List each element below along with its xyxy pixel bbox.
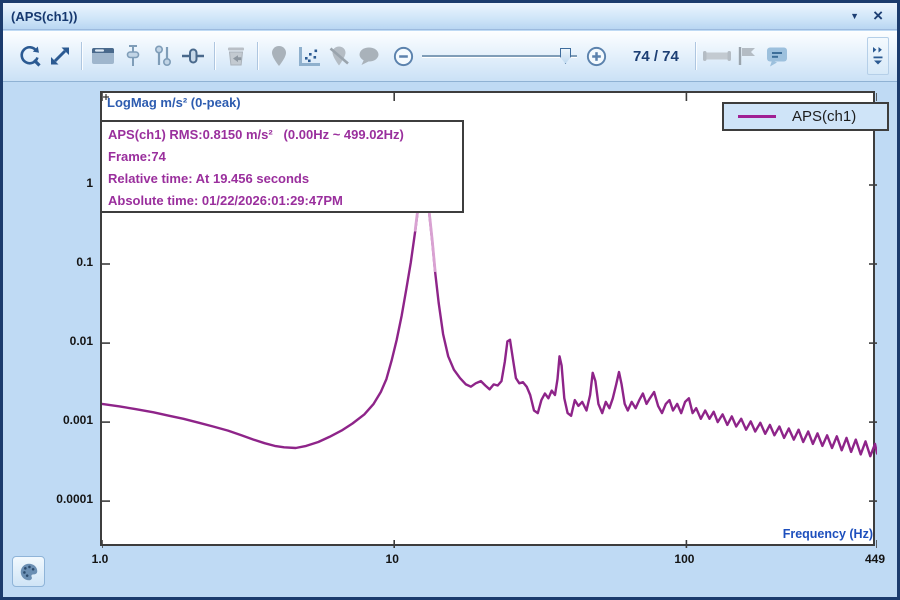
zoom-slider[interactable]	[422, 48, 577, 64]
zoom-slider-thumb[interactable]	[560, 48, 571, 64]
toolbar-separator	[214, 42, 215, 70]
title-bar[interactable]: (APS(ch1)) ▼ ×	[3, 3, 897, 30]
y-tick-label: 0.001	[33, 412, 93, 428]
vertical-cursor-icon[interactable]	[118, 40, 148, 72]
aps-curve	[102, 183, 877, 456]
scatter-plot-icon[interactable]	[294, 40, 324, 72]
flag-icon[interactable]	[732, 40, 762, 72]
frame-counter: 74 / 74	[633, 48, 679, 65]
annotation-frame: Frame:74	[108, 146, 456, 168]
pin-marker-icon[interactable]	[264, 40, 294, 72]
x-tick-label: 1.0	[68, 552, 132, 566]
banner-icon[interactable]	[702, 40, 732, 72]
collapse-window-button[interactable]: ▼	[850, 12, 859, 21]
window-title: (APS(ch1))	[3, 9, 77, 24]
dual-cursor-icon[interactable]	[148, 40, 178, 72]
y-tick-label: 0.0001	[33, 491, 93, 507]
pin-off-icon[interactable]	[324, 40, 354, 72]
x-tick-label: 449	[843, 552, 900, 566]
annotation-rms: APS(ch1) RMS:0.8150 m/s² (0.00Hz ~ 499.0…	[108, 124, 456, 146]
palette-icon	[18, 561, 40, 583]
window-card-icon[interactable]	[88, 40, 118, 72]
annotation-absolute-time: Absolute time: 01/22/2026:01:29:47PM	[108, 190, 456, 212]
close-window-button[interactable]: ×	[873, 7, 883, 24]
x-axis-title: Frequency (Hz)	[665, 527, 873, 541]
zoom-slider-track[interactable]	[422, 55, 577, 57]
y-tick-label: 1	[33, 175, 93, 191]
app-window: (APS(ch1)) ▼ ×	[0, 0, 900, 600]
chart-area: LogMag m/s² (0-peak) APS(ch1) RMS:0.8150…	[3, 83, 897, 597]
x-tick-label: 100	[652, 552, 716, 566]
y-tick-label: 0.1	[33, 254, 93, 270]
color-palette-button[interactable]	[12, 556, 45, 587]
cursor-annotation-box: APS(ch1) RMS:0.8150 m/s² (0.00Hz ~ 499.0…	[100, 120, 464, 213]
toolbar-separator	[81, 42, 82, 70]
x-tick-label: 10	[360, 552, 424, 566]
expand-icon[interactable]	[45, 40, 75, 72]
horizontal-cursor-icon[interactable]	[178, 40, 208, 72]
y-axis-title: LogMag m/s² (0-peak)	[107, 95, 241, 110]
toolbar-separator	[695, 42, 696, 70]
toolbar: 74 / 74	[3, 31, 897, 82]
legend-series-label: APS(ch1)	[792, 108, 856, 125]
comment-bubble-icon[interactable]	[354, 40, 384, 72]
toolbar-separator	[257, 42, 258, 70]
legend: APS(ch1)	[722, 102, 889, 131]
zoom-in-icon[interactable]	[581, 40, 611, 72]
toolbar-overflow-button[interactable]	[867, 37, 889, 75]
zoom-out-icon[interactable]	[388, 40, 418, 72]
delete-trash-icon[interactable]	[221, 40, 251, 72]
annotation-relative-time: Relative time: At 19.456 seconds	[108, 168, 456, 190]
y-tick-label: 0.01	[33, 333, 93, 349]
tooltip-icon[interactable]	[762, 40, 792, 72]
refresh-zoom-icon[interactable]	[15, 40, 45, 72]
legend-line-swatch	[738, 115, 776, 118]
